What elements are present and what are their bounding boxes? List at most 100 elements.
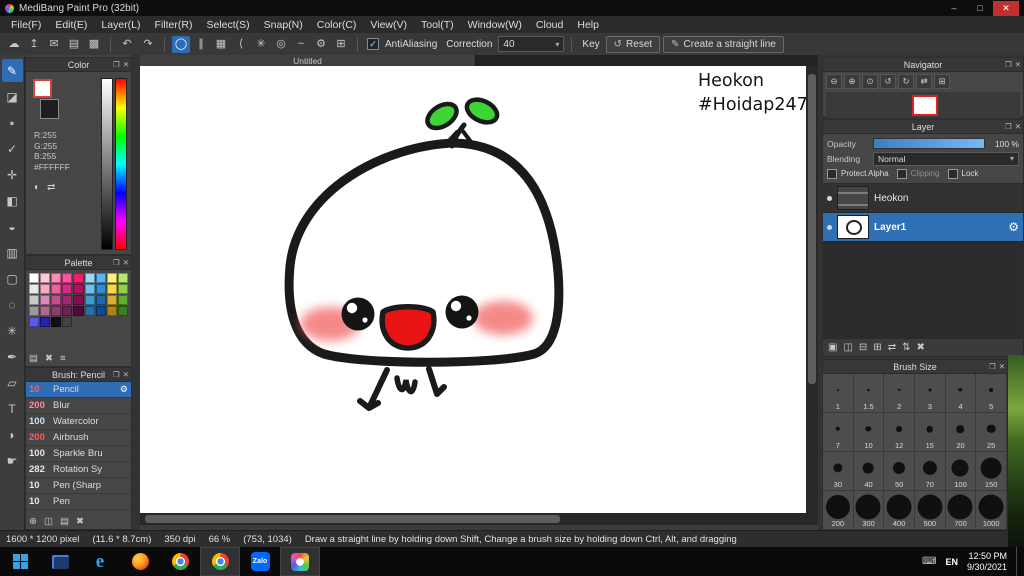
palette-swatch[interactable] (84, 295, 95, 305)
brush-list-item[interactable]: 282 Rotation Sy (26, 462, 131, 478)
create-straight-line-button[interactable]: ✎ Create a straight line (663, 35, 784, 53)
palette-swatch[interactable] (62, 284, 73, 294)
transfer-layer-icon[interactable]: ⇄ (888, 342, 896, 353)
brush-size-cell[interactable]: 40 (853, 452, 885, 491)
upload-icon[interactable]: ↥ (25, 36, 43, 53)
palette-swatch[interactable] (95, 295, 106, 305)
layer-row[interactable]: Heokon (823, 184, 1023, 213)
reorder-layer-icon[interactable]: ⇅ (902, 342, 910, 353)
snap-more-icon[interactable]: ⊞ (332, 36, 350, 53)
taskbar-zalo[interactable]: Zalo (240, 547, 280, 576)
select-rect-tool[interactable]: ▢ (2, 267, 23, 290)
brush-size-cell[interactable]: 4 (945, 374, 977, 413)
brush-list-item[interactable]: 200 Blur (26, 398, 131, 414)
comment-icon[interactable]: ✉ (45, 36, 63, 53)
gradient-tool[interactable]: ▥ (2, 241, 23, 264)
pen-tool-tool[interactable]: ✒ (2, 345, 23, 368)
material-icon[interactable]: ▩ (85, 36, 103, 53)
brush-size-cell[interactable]: 30 (823, 452, 854, 491)
palette-swatch[interactable] (73, 273, 84, 283)
palette-swatch[interactable] (51, 306, 62, 316)
gear-icon[interactable]: ⚙ (120, 384, 128, 395)
palette-swatch[interactable] (106, 273, 117, 283)
blending-dropdown[interactable]: Normal ▾ (873, 151, 1019, 166)
duplicate-brush-icon[interactable]: ◫ (44, 516, 53, 527)
brush-size-cell[interactable]: 400 (884, 491, 915, 530)
bucket-tool[interactable]: ◒ (2, 215, 23, 238)
zoom-100-icon[interactable]: ⊙ (862, 74, 878, 89)
close-icon[interactable]: ✕ (1015, 60, 1021, 69)
keyboard-icon[interactable]: ⌨ (922, 556, 936, 567)
menu-filterr[interactable]: Filter(R) (148, 19, 200, 31)
palette-swatch[interactable] (62, 273, 73, 283)
brush-size-cell[interactable]: 2 (884, 374, 915, 413)
palette-swatch[interactable] (95, 273, 106, 283)
snap-grid-icon[interactable]: ▦ (212, 36, 230, 53)
select-lasso-tool[interactable]: ◌ (2, 293, 23, 316)
brush-size-cell[interactable]: 100 (945, 452, 977, 491)
palette-swatch[interactable] (106, 306, 117, 316)
protect-alpha-checkbox[interactable] (827, 168, 837, 179)
hand-tool[interactable]: ☛ (2, 449, 23, 472)
show-desktop-button[interactable] (1016, 547, 1022, 576)
navigator-view-rect[interactable] (912, 95, 938, 116)
palette-swatch[interactable] (62, 317, 73, 327)
brush-list-item[interactable]: 200 Airbrush (26, 430, 131, 446)
zoom-in-icon[interactable]: ⊕ (844, 74, 860, 89)
brush-list-item[interactable]: 10 Pencil ⚙ (26, 382, 131, 398)
palette-swatch[interactable] (51, 284, 62, 294)
horizontal-scrollbar-thumb[interactable] (145, 515, 560, 523)
new-layer-icon[interactable]: ▣ (828, 342, 837, 353)
delete-layer-icon[interactable]: ✖ (916, 342, 924, 353)
palette-swatch[interactable] (51, 295, 62, 305)
cloud-icon[interactable]: ☁ (5, 36, 23, 53)
document-tab[interactable]: Untitled (140, 55, 476, 66)
correction-dropdown[interactable]: 40 ▾ (498, 36, 565, 52)
palette-swatch[interactable] (29, 284, 40, 294)
text-tool[interactable]: T (2, 397, 23, 420)
reset-button[interactable]: ↺ Reset (605, 35, 661, 53)
add-color-icon[interactable]: ▤ (29, 353, 38, 364)
swap-color-icon[interactable]: ⇄ (47, 182, 55, 193)
palette-swatch[interactable] (95, 284, 106, 294)
menu-snapn[interactable]: Snap(N) (257, 19, 310, 31)
snap-vanishing-icon[interactable]: ⟨ (232, 36, 250, 53)
rotate-left-icon[interactable]: ↺ (880, 74, 896, 89)
close-icon[interactable]: ✕ (123, 370, 129, 379)
web-color-icon[interactable]: ◐ (34, 182, 40, 193)
layer-row[interactable]: Layer1 ⚙ (823, 213, 1023, 242)
menu-filef[interactable]: File(F) (4, 19, 48, 31)
snap-off-icon[interactable]: ◯ (172, 35, 190, 53)
opacity-slider[interactable] (873, 138, 985, 149)
taskbar-chrome[interactable] (160, 547, 200, 576)
palette-swatch[interactable] (84, 306, 95, 316)
menu-edite[interactable]: Edit(E) (48, 19, 94, 31)
menu-cloud[interactable]: Cloud (529, 19, 570, 31)
palette-swatch[interactable] (62, 306, 73, 316)
brush-size-cell[interactable]: 10 (853, 413, 885, 452)
palette-swatch[interactable] (29, 295, 40, 305)
rotate-right-icon[interactable]: ↻ (898, 74, 914, 89)
close-icon[interactable]: ✕ (1015, 122, 1021, 131)
palette-swatch[interactable] (73, 284, 84, 294)
brush-size-cell[interactable]: 7 (823, 413, 854, 452)
brush-size-cell[interactable]: 3 (914, 374, 946, 413)
menu-help[interactable]: Help (570, 19, 606, 31)
snap-circle-icon[interactable]: ◎ (272, 36, 290, 53)
visibility-dot[interactable] (827, 195, 832, 201)
palette-swatch[interactable] (117, 295, 128, 305)
fill-tool[interactable]: ◧ (2, 189, 23, 212)
delete-brush-icon[interactable]: ✖ (76, 516, 84, 527)
palette-swatch[interactable] (40, 306, 51, 316)
palette-swatch[interactable] (51, 273, 62, 283)
fit-window-icon[interactable]: ⊞ (934, 74, 950, 89)
brush-size-cell[interactable]: 1 (823, 374, 854, 413)
gear-icon[interactable]: ⚙ (1008, 220, 1019, 234)
foreground-color-swatch[interactable] (33, 79, 52, 98)
maximize-button[interactable]: □ (967, 1, 993, 16)
palette-swatch[interactable] (73, 306, 84, 316)
palette-swatch[interactable] (84, 273, 95, 283)
saturation-bar[interactable] (101, 78, 113, 250)
menu-layerl[interactable]: Layer(L) (94, 19, 147, 31)
clipping-checkbox[interactable] (896, 168, 907, 179)
